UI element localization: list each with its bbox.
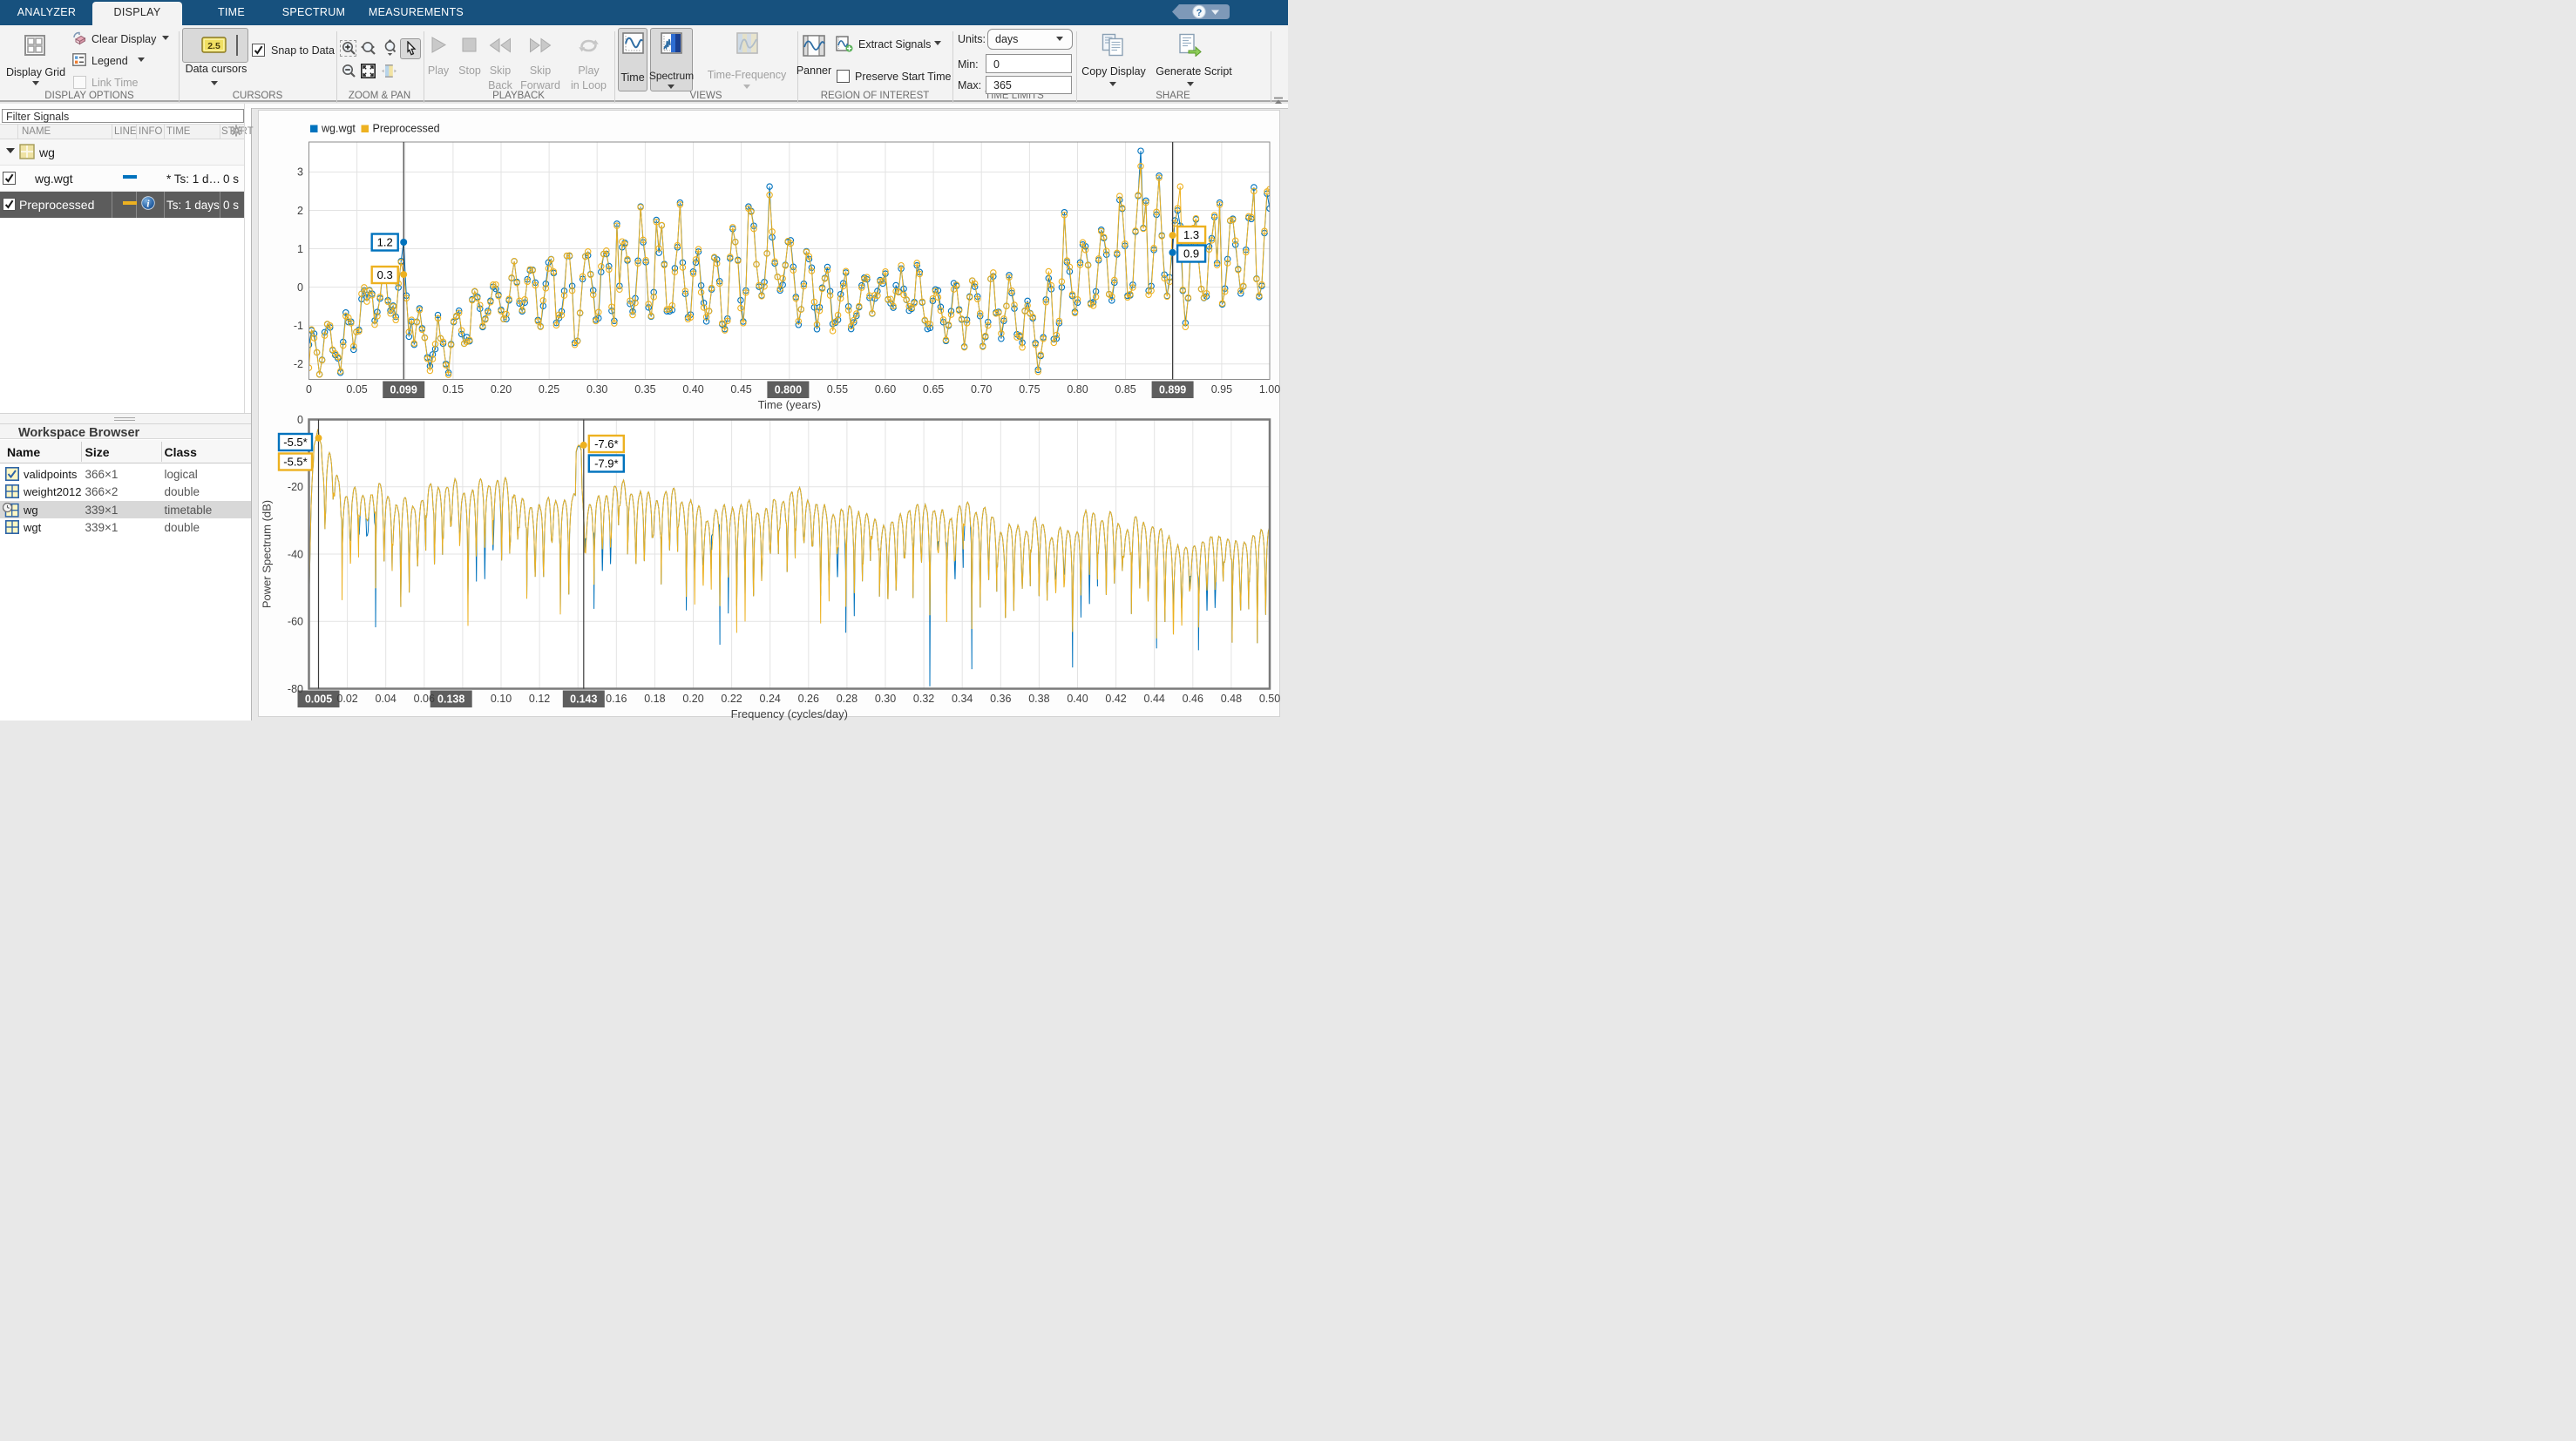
svg-text:-1: -1 <box>294 320 303 332</box>
svg-text:0.32: 0.32 <box>913 693 934 705</box>
svg-text:-2: -2 <box>294 358 303 370</box>
svg-text:-40: -40 <box>288 548 303 560</box>
svg-text:1.3: 1.3 <box>1183 228 1199 241</box>
svg-text:0.9: 0.9 <box>1183 247 1199 260</box>
svg-text:wg.wgt: wg.wgt <box>321 123 356 135</box>
svg-text:0.46: 0.46 <box>1183 693 1203 705</box>
svg-text:2: 2 <box>297 205 303 217</box>
svg-text:0: 0 <box>297 281 303 294</box>
svg-text:0.800: 0.800 <box>775 384 802 396</box>
svg-text:0.05: 0.05 <box>346 383 367 396</box>
svg-text:0.85: 0.85 <box>1115 383 1135 396</box>
svg-text:0.20: 0.20 <box>682 693 703 705</box>
svg-text:0.60: 0.60 <box>875 383 896 396</box>
svg-text:0.30: 0.30 <box>586 383 607 396</box>
svg-text:0.42: 0.42 <box>1105 693 1126 705</box>
svg-text:0.3: 0.3 <box>377 268 393 281</box>
svg-text:0.15: 0.15 <box>443 383 464 396</box>
svg-text:0.26: 0.26 <box>798 693 819 705</box>
svg-text:0.18: 0.18 <box>644 693 665 705</box>
svg-text:-60: -60 <box>288 616 303 628</box>
svg-text:0.16: 0.16 <box>606 693 627 705</box>
svg-text:-20: -20 <box>288 481 303 493</box>
svg-text:-5.5*: -5.5* <box>283 456 307 469</box>
svg-text:0.143: 0.143 <box>570 693 597 706</box>
svg-text:Frequency (cycles/day): Frequency (cycles/day) <box>731 707 848 720</box>
svg-text:0.34: 0.34 <box>952 693 973 705</box>
svg-text:0.899: 0.899 <box>1159 384 1186 396</box>
svg-text:Power Spectrum (dB): Power Spectrum (dB) <box>261 500 274 608</box>
svg-text:0.40: 0.40 <box>1067 693 1088 705</box>
svg-text:3: 3 <box>297 166 303 179</box>
svg-text:0.65: 0.65 <box>923 383 944 396</box>
svg-text:0.22: 0.22 <box>721 693 742 705</box>
svg-text:0.50: 0.50 <box>1259 693 1280 705</box>
svg-text:0.10: 0.10 <box>491 693 512 705</box>
svg-text:0.45: 0.45 <box>730 383 751 396</box>
svg-text:0: 0 <box>297 414 303 426</box>
svg-text:0.04: 0.04 <box>376 693 397 705</box>
svg-text:0.35: 0.35 <box>634 383 655 396</box>
svg-text:0.20: 0.20 <box>491 383 512 396</box>
svg-text:1.00: 1.00 <box>1259 383 1280 396</box>
svg-text:0.48: 0.48 <box>1221 693 1242 705</box>
svg-text:0: 0 <box>306 383 312 396</box>
svg-text:0.138: 0.138 <box>437 693 464 706</box>
svg-text:0.38: 0.38 <box>1028 693 1049 705</box>
svg-text:0.75: 0.75 <box>1019 383 1040 396</box>
svg-text:0.30: 0.30 <box>875 693 896 705</box>
svg-text:0.36: 0.36 <box>990 693 1011 705</box>
svg-text:Time (years): Time (years) <box>758 398 821 411</box>
svg-text:0.28: 0.28 <box>837 693 858 705</box>
svg-text:0.44: 0.44 <box>1144 693 1165 705</box>
svg-text:0.02: 0.02 <box>336 693 357 705</box>
svg-text:0.80: 0.80 <box>1067 383 1088 396</box>
svg-text:0.06: 0.06 <box>414 693 435 705</box>
svg-text:0.005: 0.005 <box>305 693 332 706</box>
svg-text:0.55: 0.55 <box>827 383 848 396</box>
svg-text:0.95: 0.95 <box>1211 383 1232 396</box>
svg-text:0.12: 0.12 <box>529 693 550 705</box>
svg-text:0.25: 0.25 <box>539 383 559 396</box>
svg-text:0.24: 0.24 <box>760 693 781 705</box>
svg-text:0.70: 0.70 <box>971 383 992 396</box>
svg-text:1.2: 1.2 <box>377 236 393 249</box>
svg-text:0.099: 0.099 <box>390 384 417 396</box>
svg-text:-80: -80 <box>288 683 303 695</box>
svg-text:1: 1 <box>297 243 303 255</box>
svg-text:Preprocessed: Preprocessed <box>373 123 440 135</box>
svg-text:-5.5*: -5.5* <box>283 436 307 449</box>
svg-text:0.40: 0.40 <box>682 383 703 396</box>
svg-text:-7.9*: -7.9* <box>594 457 618 470</box>
svg-text:-7.6*: -7.6* <box>594 437 618 450</box>
